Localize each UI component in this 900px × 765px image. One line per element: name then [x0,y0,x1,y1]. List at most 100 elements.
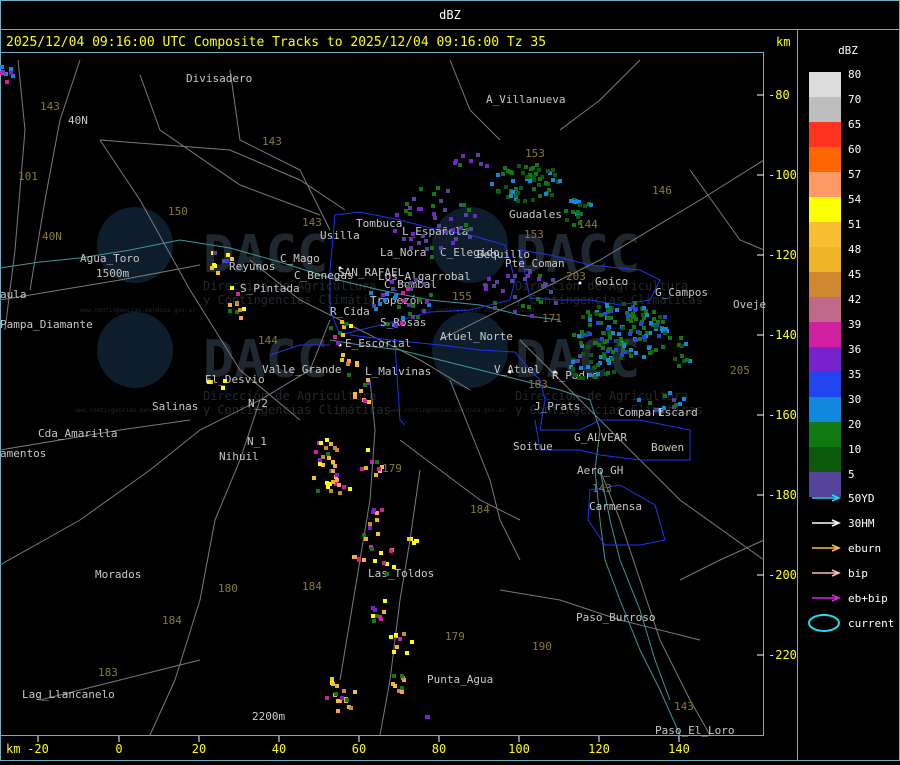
echo-pixel [210,266,214,270]
echo-pixel [370,460,374,464]
x-tick-label: 80 [432,742,446,756]
echo-pixel [407,303,411,307]
echo-pixel [579,366,583,370]
echo-pixel [657,334,661,338]
echo-pixel [364,537,368,541]
echo-pixel [416,315,420,319]
echo-pixel [622,343,626,347]
echo-pixel [597,305,601,309]
echo-pixel [642,326,646,330]
echo-pixel [573,373,577,377]
echo-pixel [638,331,642,335]
echo-pixel [544,283,548,287]
echo-pixel [599,321,603,325]
echo-pixel [506,274,510,278]
echo-pixel [325,696,329,700]
route-number-label: 184 [470,503,490,516]
echo-pixel [392,674,396,678]
echo-pixel [679,336,683,340]
echo-pixel [509,194,513,198]
echo-pixel [431,204,435,208]
echo-pixel [629,348,633,352]
echo-pixel [487,277,491,281]
echo-pixel [400,690,404,694]
route-number-label: 40N [42,230,62,243]
echo-pixel [528,179,532,183]
legend-level-label: 57 [848,168,861,181]
echo-pixel [615,308,619,312]
echo-pixel [414,278,418,282]
place-label: C_Mago [280,252,320,265]
echo-pixel [588,323,592,327]
echo-pixel [642,306,646,310]
route-number-label: 143 [592,482,612,495]
echo-pixel [407,537,411,541]
echo-pixel [660,327,664,331]
echo-pixel [331,469,335,473]
echo-pixel [333,335,337,339]
place-label: J_Prats [534,400,580,413]
y-tick-label: -180 [768,488,797,502]
echo-pixel [439,199,443,203]
echo-pixel [439,246,443,250]
legend-level-label: 30 [848,393,861,406]
echo-pixel [418,298,422,302]
echo-pixel [402,632,406,636]
echo-pixel [401,291,405,295]
echo-pixel [572,223,576,227]
legend-level-label: 60 [848,143,861,156]
echo-pixel [235,301,239,305]
echo-pixel [549,290,553,294]
echo-pixel [626,313,630,317]
echo-pixel [652,317,656,321]
legend-swatch [809,447,841,472]
echo-pixel [419,187,423,191]
echo-pixel [424,239,428,243]
echo-pixel [385,292,389,296]
echo-pixel [613,320,617,324]
legend-swatch [809,422,841,447]
echo-pixel [639,322,643,326]
echo-pixel [607,330,611,334]
legend-level-label: 80 [848,68,861,81]
echo-pixel [340,320,344,324]
route-number-label: 153 [525,147,545,160]
place-label: Goico [595,275,628,288]
echo-pixel [223,379,227,383]
echo-pixel [392,565,396,569]
echo-pixel [573,200,577,204]
echo-pixel [402,299,406,303]
echo-pixel [547,188,551,192]
route-number-label: 144 [258,334,278,347]
echo-pixel [462,203,466,207]
echo-pixel [464,223,468,227]
echo-pixel [366,448,370,452]
echo-pixel [363,399,367,403]
echo-pixel [368,526,372,530]
echo-pixel [510,279,514,283]
echo-pixel [648,401,652,405]
echo-pixel [631,305,635,309]
echo-pixel [429,293,433,297]
y-tick-label: -160 [768,408,797,422]
echo-pixel [380,508,384,512]
echo-pixel [443,208,447,212]
echo-pixel [316,489,320,493]
echo-pixel [436,186,440,190]
echo-pixel [405,202,409,206]
window-title: dBZ [439,8,461,22]
echo-pixel [576,210,580,214]
echo-pixel [596,372,600,376]
legend-level-label: 48 [848,243,861,256]
place-label: Punta_Agua [427,673,493,686]
place-label: Carmensa [589,500,642,513]
echo-pixel [347,373,351,377]
header-title: 2025/12/04 09:16:00 UTC Composite Tracks… [6,35,546,50]
echo-pixel [382,610,386,614]
echo-pixel [485,164,489,168]
echo-pixel [593,341,597,345]
echo-pixel [524,165,528,169]
echo-pixel [454,237,458,241]
echo-pixel [603,312,607,316]
place-label: La_Nora [380,246,426,259]
